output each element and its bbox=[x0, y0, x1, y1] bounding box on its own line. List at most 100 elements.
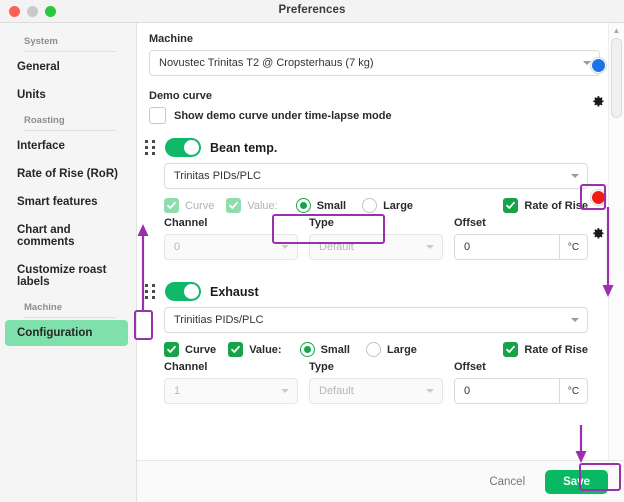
sidebar-item-customize-roast-labels[interactable]: Customize roast labels bbox=[5, 257, 128, 295]
bean-temp-offset-value: 0 bbox=[464, 241, 471, 253]
exhaust-value-option[interactable]: Value: bbox=[228, 342, 282, 357]
bean-temp-curve-option[interactable]: Curve bbox=[164, 198, 214, 213]
exhaust-body: Trinitias PIDs/PLC Curve Value: Small La… bbox=[145, 307, 588, 404]
bean-temp-source-select[interactable]: Trinitas PIDs/PLC bbox=[164, 163, 588, 189]
bean-temp-channel-value: 0 bbox=[174, 241, 181, 253]
bean-temp-source-value: Trinitas PIDs/PLC bbox=[174, 170, 262, 182]
demo-curve-checkbox-label: Show demo curve under time-lapse mode bbox=[174, 109, 392, 122]
save-button[interactable]: Save bbox=[545, 469, 608, 494]
bean-temp-size-small-radio[interactable] bbox=[295, 198, 311, 213]
exhaust-ror-checkbox[interactable] bbox=[503, 342, 519, 357]
bean-temp-value-label: Value: bbox=[247, 199, 278, 212]
chevron-down-icon bbox=[426, 245, 434, 249]
bean-temp-channel-field: Channel 0 bbox=[164, 217, 298, 260]
exhaust-curve-checkbox[interactable] bbox=[164, 342, 179, 357]
scrollbar-track[interactable] bbox=[611, 38, 622, 487]
exhaust-size-large-option[interactable]: Large bbox=[365, 342, 417, 357]
demo-curve-label: Demo curve bbox=[149, 90, 212, 102]
sidebar-item-chart-and-comments[interactable]: Chart and comments bbox=[5, 217, 128, 255]
exhaust-size-large-radio[interactable] bbox=[365, 342, 381, 357]
bean-temp-fields: Channel 0 Type Default Offset 0 °C bbox=[164, 217, 588, 260]
exhaust-fields: Channel 1 Type Default Offset 0 °C bbox=[164, 361, 588, 404]
bean-temp-channel-select[interactable]: 0 bbox=[164, 234, 298, 260]
exhaust-type-field: Type Default bbox=[309, 361, 443, 404]
sidebar-item-general[interactable]: General bbox=[5, 54, 128, 80]
exhaust-size-large-label: Large bbox=[386, 343, 417, 356]
scrollbar-thumb[interactable] bbox=[611, 38, 622, 118]
cancel-button[interactable]: Cancel bbox=[483, 475, 531, 489]
exhaust-ror-label: Rate of Rise bbox=[524, 343, 588, 356]
bean-temp-ror-option[interactable]: Rate of Rise bbox=[503, 198, 588, 213]
exhaust-ror-option[interactable]: Rate of Rise bbox=[503, 342, 588, 357]
exhaust-title: Exhaust bbox=[210, 284, 259, 299]
exhaust-size-small-option[interactable]: Small bbox=[299, 342, 350, 357]
exhaust-size-small-radio[interactable] bbox=[299, 342, 315, 357]
exhaust-offset-label: Offset bbox=[454, 361, 486, 373]
bean-temp-size-small-label: Small bbox=[316, 199, 347, 212]
demo-curve-checkbox[interactable] bbox=[149, 107, 166, 124]
chevron-down-icon bbox=[281, 245, 289, 249]
chevron-down-icon bbox=[426, 389, 434, 393]
bean-temp-header: Bean temp. bbox=[145, 130, 588, 163]
window-title: Preferences bbox=[278, 4, 346, 16]
scroll-up-icon[interactable]: ▲ bbox=[609, 24, 624, 37]
sidebar-item-rate-of-rise[interactable]: Rate of Rise (RoR) bbox=[5, 161, 128, 187]
bean-temp-size-small-option[interactable]: Small bbox=[295, 198, 347, 213]
machine-select-value: Novustec Trinitas T2 @ Cropsterhaus (7 k… bbox=[159, 57, 374, 69]
bean-temp-type-select[interactable]: Default bbox=[309, 234, 443, 260]
exhaust-type-select[interactable]: Default bbox=[309, 378, 443, 404]
sidebar-group-label-roasting: Roasting bbox=[24, 110, 116, 131]
bean-temp-offset-label: Offset bbox=[454, 217, 486, 229]
exhaust-curve-label: Curve bbox=[185, 343, 217, 356]
sidebar-group-system: System bbox=[0, 31, 136, 52]
bean-temp-value-option[interactable]: Value: bbox=[226, 198, 278, 213]
bean-temp-curve-checkbox[interactable] bbox=[164, 198, 179, 213]
bean-temp-status-dot bbox=[591, 58, 606, 73]
bean-temp-curve-label: Curve bbox=[185, 199, 215, 212]
bean-temp-enable-toggle[interactable] bbox=[165, 138, 201, 157]
sidebar-group-machine: Machine bbox=[0, 297, 136, 318]
bean-temp-gear-icon[interactable] bbox=[588, 92, 606, 110]
bean-temp-channel-label: Channel bbox=[164, 217, 208, 229]
exhaust-offset-input[interactable]: 0 bbox=[454, 378, 560, 404]
exhaust-channel-select[interactable]: 1 bbox=[164, 378, 298, 404]
bean-temp-value-checkbox[interactable] bbox=[226, 198, 242, 213]
bean-temp-ror-label: Rate of Rise bbox=[524, 199, 588, 212]
bean-temp-offset-field: Offset 0 °C bbox=[454, 217, 588, 260]
exhaust-offset-unit: °C bbox=[560, 378, 588, 404]
exhaust-drag-handle-icon[interactable] bbox=[145, 284, 156, 299]
bean-temp-size-large-radio[interactable] bbox=[362, 198, 378, 213]
bean-temp-size-large-option[interactable]: Large bbox=[362, 198, 413, 213]
exhaust-value-label: Value: bbox=[249, 343, 282, 356]
exhaust-channel-value: 1 bbox=[174, 385, 181, 397]
sidebar-group-roasting: Roasting bbox=[0, 110, 136, 131]
bean-temp-drag-handle-icon[interactable] bbox=[145, 140, 156, 155]
demo-curve-row: Show demo curve under time-lapse mode bbox=[149, 107, 600, 124]
exhaust-value-checkbox[interactable] bbox=[228, 342, 244, 357]
exhaust-enable-toggle[interactable] bbox=[165, 282, 201, 301]
sidebar: System General Units Roasting Interface … bbox=[0, 23, 137, 502]
bean-temp-size-large-label: Large bbox=[383, 199, 414, 212]
exhaust-gear-icon[interactable] bbox=[588, 224, 606, 242]
settings-scrollbar[interactable]: ▲ ▼ bbox=[608, 23, 624, 502]
exhaust-channel-field: Channel 1 bbox=[164, 361, 298, 404]
window-body: System General Units Roasting Interface … bbox=[0, 23, 624, 502]
bean-temp-offset-input[interactable]: 0 bbox=[454, 234, 560, 260]
machine-select[interactable]: Novustec Trinitas T2 @ Cropsterhaus (7 k… bbox=[149, 50, 600, 76]
exhaust-source-select[interactable]: Trinitias PIDs/PLC bbox=[164, 307, 588, 333]
exhaust-source-value: Trinitias PIDs/PLC bbox=[174, 314, 264, 326]
machine-section: Machine Novustec Trinitas T2 @ Cropsterh… bbox=[137, 23, 624, 76]
bean-temp-offset-unit: °C bbox=[560, 234, 588, 260]
sidebar-item-configuration[interactable]: Configuration bbox=[5, 320, 128, 346]
sidebar-item-interface[interactable]: Interface bbox=[5, 133, 128, 159]
settings-scroll-content: Machine Novustec Trinitas T2 @ Cropsterh… bbox=[137, 23, 624, 502]
sidebar-item-units[interactable]: Units bbox=[5, 82, 128, 108]
exhaust-offset-field: Offset 0 °C bbox=[454, 361, 588, 404]
bean-temp-type-value: Default bbox=[319, 241, 354, 253]
bean-temp-title: Bean temp. bbox=[210, 140, 278, 155]
exhaust-header: Exhaust bbox=[145, 274, 588, 307]
bean-temp-ror-checkbox[interactable] bbox=[503, 198, 519, 213]
exhaust-type-label: Type bbox=[309, 361, 334, 373]
sidebar-item-smart-features[interactable]: Smart features bbox=[5, 189, 128, 215]
exhaust-curve-option[interactable]: Curve bbox=[164, 342, 216, 357]
